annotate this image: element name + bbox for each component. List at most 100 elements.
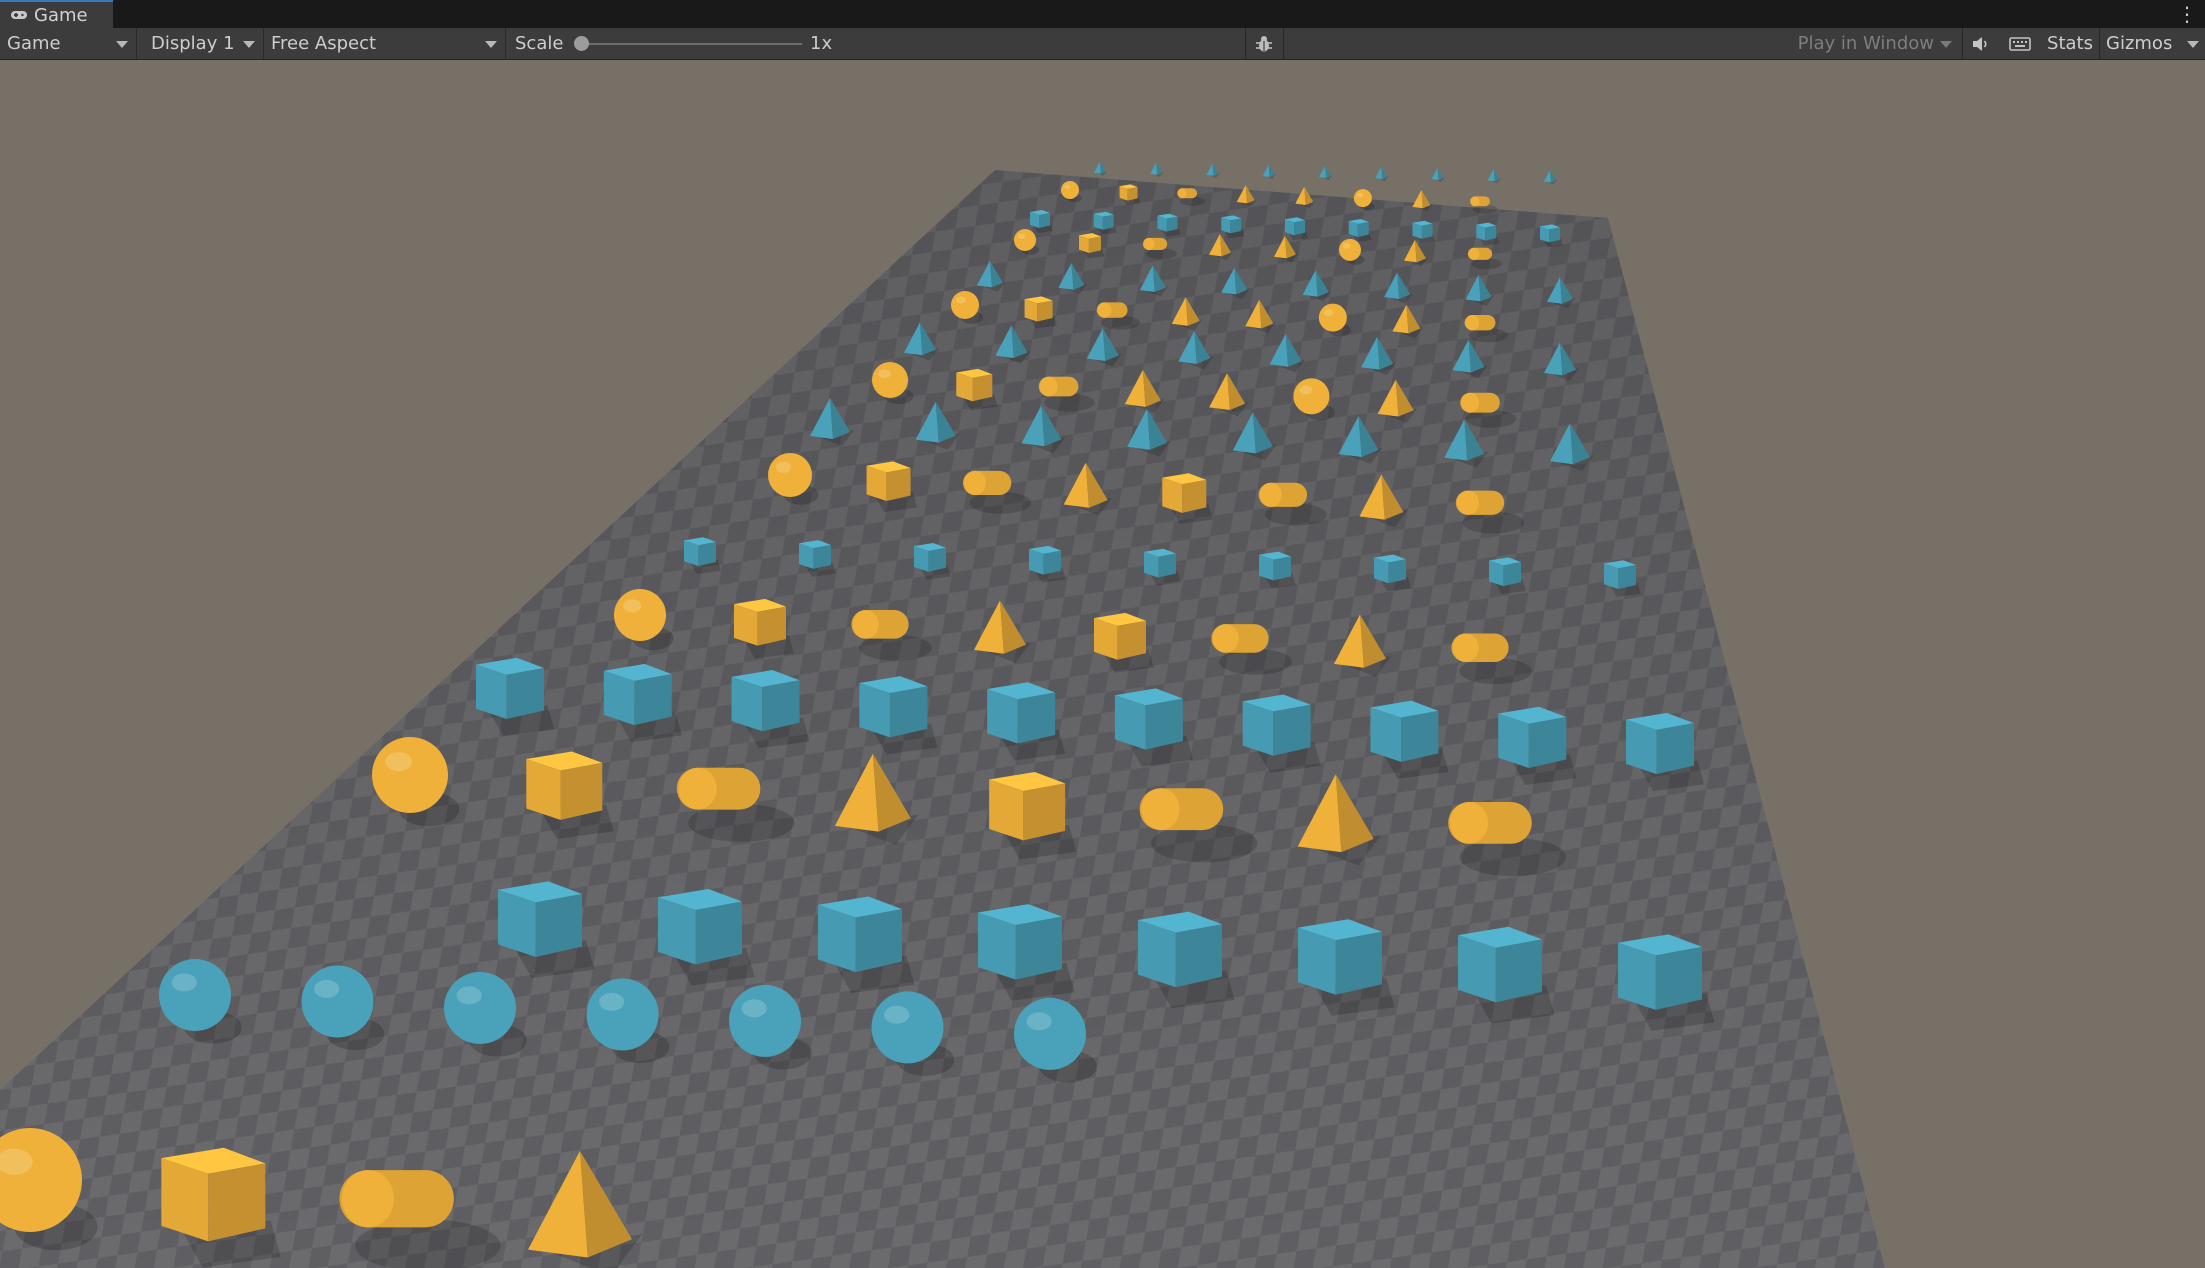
sphere-gold-1-0 [1061, 181, 1079, 199]
cube-teal-10-0-right [698, 542, 716, 566]
cube-teal-2-6-right [1421, 223, 1433, 239]
display-value: Display 1 [151, 33, 235, 54]
game-view-toolbar: Game Display 1 Free Aspect Scale 1x Play… [0, 28, 2205, 60]
cylinder-gold-13-2-cap [678, 767, 717, 810]
cube-teal-14-3-right [1015, 916, 1062, 980]
gamepad-icon [11, 11, 27, 19]
sphere-gold-3-5 [1339, 238, 1361, 261]
sphere-gold-7-5 [1293, 378, 1330, 415]
chevron-down-icon [243, 41, 255, 48]
cylinder-gold-9-7-cap [1456, 490, 1479, 515]
scale-slider-handle[interactable] [574, 36, 589, 51]
cube-teal-2-3-right [1230, 218, 1242, 234]
cube-teal-2-7-right [1485, 225, 1497, 241]
sphere-teal-15-2 [444, 971, 516, 1044]
cube-gold-7-1-right [972, 374, 993, 402]
play-mode-value: Play in Window [1797, 33, 1934, 54]
sphere-gold-3-0 [1014, 229, 1036, 251]
sphere-gold-7-5-highlight [1299, 385, 1313, 395]
scale-slider-track[interactable] [582, 43, 802, 45]
sphere-teal-15-0 [159, 959, 231, 1031]
sphere-teal-15-6 [1014, 997, 1086, 1070]
cube-teal-10-7-right [1503, 562, 1521, 587]
sphere-gold-13-0 [372, 737, 448, 813]
pyramid-teal-0-3-face [1262, 164, 1270, 177]
cube-gold-13-4-right [1023, 783, 1066, 841]
sphere-gold-13-0-highlight [385, 752, 412, 772]
pyramid-teal-0-1-face [1150, 162, 1158, 175]
sphere-gold-5-0-highlight [955, 296, 966, 304]
sphere-teal-15-4 [729, 984, 801, 1057]
cylinder-gold-3-7-cap [1468, 247, 1480, 260]
view-mode-dropdown[interactable]: Game [0, 28, 137, 59]
cube-gold-9-1-right [886, 467, 911, 501]
kebab-menu-icon[interactable]: ⋮ [2177, 0, 2197, 28]
chevron-down-icon [485, 41, 497, 48]
sphere-gold-11-0 [614, 589, 666, 641]
cylinder-gold-7-2-cap [1039, 376, 1058, 397]
pyramid-teal-0-0-face [1094, 161, 1101, 174]
cylinder-gold-11-7-cap [1452, 633, 1479, 663]
sphere-teal-15-3 [586, 978, 659, 1051]
view-mode-value: Game [7, 33, 61, 54]
display-dropdown[interactable]: Display 1 [145, 28, 264, 59]
play-mode-dropdown[interactable]: Play in Window [1284, 28, 1962, 59]
pyramid-teal-0-4-face [1319, 165, 1326, 179]
pyramid-teal-0-3-side [1268, 164, 1275, 177]
sphere-teal-15-6-highlight [1026, 1012, 1052, 1031]
sphere-gold-1-5-highlight [1357, 192, 1364, 198]
cube-gold-11-1-right [757, 606, 786, 646]
cube-gold-3-1-right [1088, 236, 1101, 253]
sphere-gold-1-5 [1353, 189, 1372, 208]
sphere-gold-5-5-highlight [1323, 309, 1334, 317]
cylinder-gold-9-5-cap [1259, 482, 1282, 507]
tab-game[interactable]: Game [0, 0, 113, 28]
pyramid-gold-1-6-face [1412, 189, 1423, 209]
keyboard-button[interactable] [2002, 28, 2038, 59]
cube-gold-11-4-right [1117, 620, 1146, 660]
sphere-gold-11-0-highlight [623, 599, 642, 613]
sphere-teal-15-1-highlight [314, 979, 340, 998]
gizmos-dropdown[interactable]: Gizmos [2100, 28, 2205, 59]
scale-value-text: 1x [810, 33, 833, 54]
chevron-down-icon [2187, 41, 2199, 48]
game-viewport[interactable] [0, 60, 2205, 1268]
gizmos-label: Gizmos [2106, 33, 2173, 54]
tab-label: Game [34, 4, 88, 26]
sphere-teal-15-1 [301, 965, 374, 1038]
pyramid-teal-0-5-side [1381, 166, 1388, 180]
cylinder-gold-5-7-cap [1465, 314, 1480, 331]
mute-audio-button[interactable] [1963, 28, 1999, 59]
pyramid-teal-0-8-side [1550, 170, 1556, 183]
sphere-teal-15-5-highlight [884, 1005, 910, 1024]
cube-teal-2-0-right [1039, 213, 1050, 228]
sphere-gold-3-5-highlight [1342, 243, 1351, 249]
cube-teal-10-3-right [1043, 550, 1061, 575]
cylinder-gold-5-2-cap [1097, 302, 1112, 318]
sphere-gold-7-0-highlight [878, 369, 891, 379]
sphere-gold-1-0-highlight [1064, 184, 1071, 190]
cube-teal-2-4-right [1294, 220, 1305, 236]
cube-teal-14-1-right [695, 901, 742, 965]
shadow [1465, 409, 1517, 428]
cube-teal-10-6-right [1388, 559, 1406, 584]
sphere-gold-3-0-highlight [1017, 233, 1026, 239]
pyramid-teal-0-4-side [1325, 165, 1331, 179]
cube-teal-2-2-right [1166, 216, 1178, 232]
pyramid-teal-0-6-side [1437, 167, 1444, 181]
pyramid-teal-0-8-face [1544, 170, 1551, 183]
sphere-teal-15-3-highlight [599, 992, 625, 1011]
cube-gold-16-1-right [208, 1163, 266, 1242]
cylinder-gold-13-7-cap [1450, 801, 1489, 844]
shadow [1179, 196, 1206, 206]
cube-teal-12-2-right [762, 680, 800, 732]
cube-teal-10-5-right [1273, 556, 1291, 581]
debug-button[interactable] [1246, 28, 1282, 59]
stats-button[interactable]: Stats [2042, 28, 2098, 59]
cube-teal-14-7-right [1655, 946, 1702, 1010]
pyramid-teal-0-6-face [1431, 167, 1439, 181]
aspect-dropdown[interactable]: Free Aspect [264, 28, 506, 59]
cube-gold-9-4-right [1182, 479, 1207, 513]
cube-teal-14-2-right [855, 909, 902, 973]
cube-teal-2-8-right [1549, 227, 1560, 243]
